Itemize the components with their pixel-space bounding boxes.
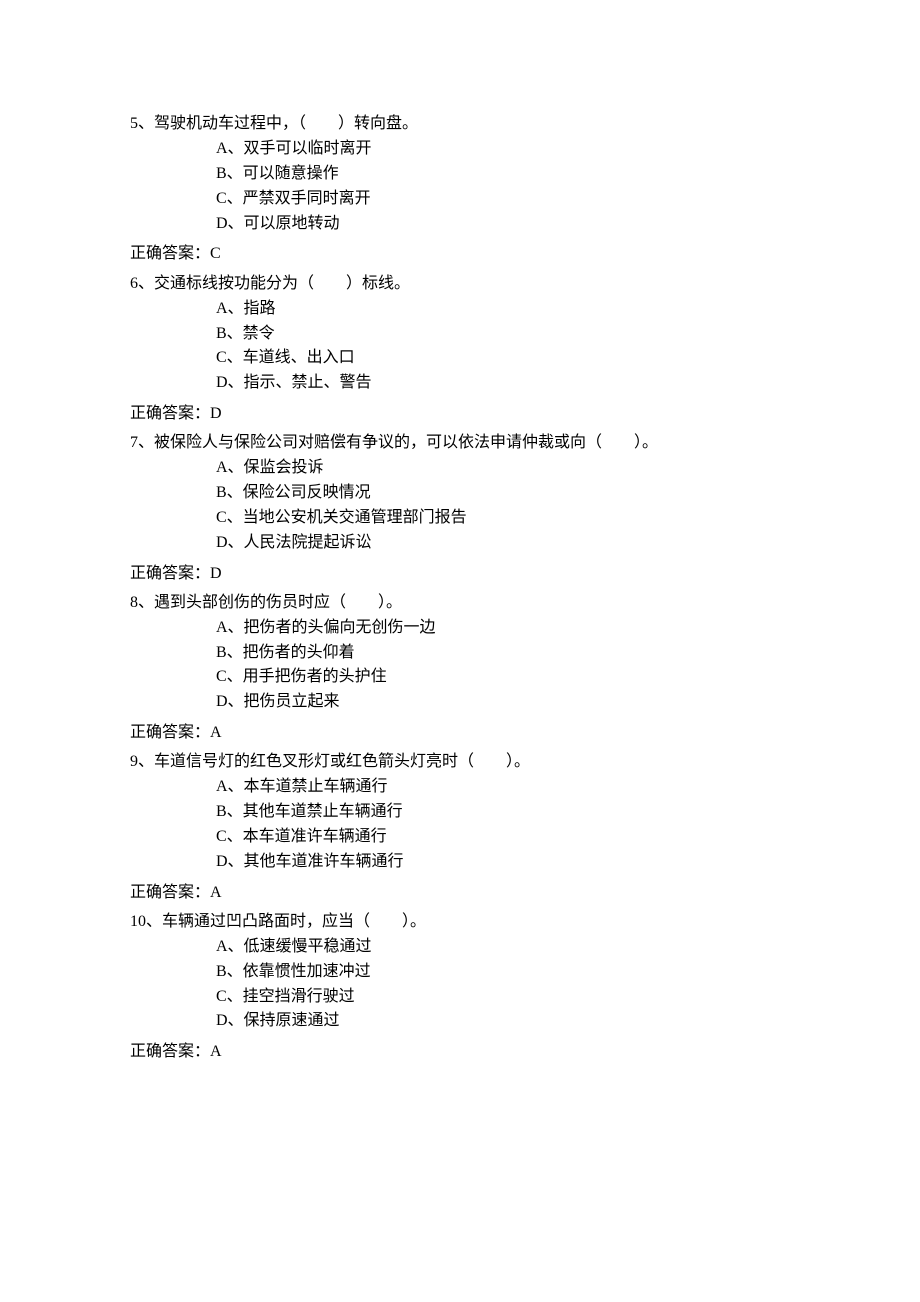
option-list: A、指路 B、禁令 C、车道线、出入口 D、指示、禁止、警告	[130, 297, 790, 396]
option-b: B、保险公司反映情况	[216, 481, 790, 506]
question-stem: 7、被保险人与保险公司对赔偿有争议的，可以依法申请仲裁或向（ ）。	[130, 429, 790, 456]
question-number: 5	[130, 115, 138, 132]
question-6: 6、交通标线按功能分为（ ）标线。 A、指路 B、禁令 C、车道线、出入口 D、…	[130, 270, 790, 396]
page-content: 5、驾驶机动车过程中，（ ）转向盘。 A、双手可以临时离开 B、可以随意操作 C…	[0, 0, 920, 1187]
question-stem: 5、驾驶机动车过程中，（ ）转向盘。	[130, 110, 790, 137]
option-a: A、把伤者的头偏向无创伤一边	[216, 616, 790, 641]
option-list: A、低速缓慢平稳通过 B、依靠惯性加速冲过 C、挂空挡滑行驶过 D、保持原速通过	[130, 935, 790, 1034]
question-text: 、车辆通过凹凸路面时，应当（ ）。	[146, 913, 426, 930]
option-a: A、低速缓慢平稳通过	[216, 935, 790, 960]
answer-line: 正确答案：D	[130, 400, 790, 427]
question-number: 6	[130, 275, 138, 292]
option-d: D、把伤员立起来	[216, 690, 790, 715]
option-b: B、依靠惯性加速冲过	[216, 960, 790, 985]
question-stem: 8、遇到头部创伤的伤员时应（ ）。	[130, 589, 790, 616]
option-c: C、车道线、出入口	[216, 346, 790, 371]
option-d: D、可以原地转动	[216, 212, 790, 237]
option-c: C、用手把伤者的头护住	[216, 665, 790, 690]
option-b: B、其他车道禁止车辆通行	[216, 800, 790, 825]
option-list: A、把伤者的头偏向无创伤一边 B、把伤者的头仰着 C、用手把伤者的头护住 D、把…	[130, 616, 790, 715]
question-text: 、车道信号灯的红色叉形灯或红色箭头灯亮时（ ）。	[138, 753, 530, 770]
answer-line: 正确答案：A	[130, 719, 790, 746]
answer-label: 正确答案：	[130, 405, 210, 422]
answer-label: 正确答案：	[130, 565, 210, 582]
option-b: B、把伤者的头仰着	[216, 641, 790, 666]
option-list: A、双手可以临时离开 B、可以随意操作 C、严禁双手同时离开 D、可以原地转动	[130, 137, 790, 236]
question-number: 8	[130, 594, 138, 611]
question-text: 、被保险人与保险公司对赔偿有争议的，可以依法申请仲裁或向（ ）。	[138, 434, 658, 451]
answer-value: D	[210, 565, 222, 582]
question-stem: 10、车辆通过凹凸路面时，应当（ ）。	[130, 908, 790, 935]
answer-label: 正确答案：	[130, 1043, 210, 1060]
question-5: 5、驾驶机动车过程中，（ ）转向盘。 A、双手可以临时离开 B、可以随意操作 C…	[130, 110, 790, 236]
answer-value: C	[210, 245, 221, 262]
answer-line: 正确答案：C	[130, 240, 790, 267]
question-stem: 6、交通标线按功能分为（ ）标线。	[130, 270, 790, 297]
option-d: D、人民法院提起诉讼	[216, 531, 790, 556]
question-9: 9、车道信号灯的红色叉形灯或红色箭头灯亮时（ ）。 A、本车道禁止车辆通行 B、…	[130, 748, 790, 874]
option-a: A、指路	[216, 297, 790, 322]
option-d: D、保持原速通过	[216, 1009, 790, 1034]
option-b: B、可以随意操作	[216, 162, 790, 187]
answer-line: 正确答案：D	[130, 560, 790, 587]
question-7: 7、被保险人与保险公司对赔偿有争议的，可以依法申请仲裁或向（ ）。 A、保监会投…	[130, 429, 790, 555]
answer-label: 正确答案：	[130, 724, 210, 741]
question-text: 、交通标线按功能分为（ ）标线。	[138, 275, 410, 292]
option-d: D、其他车道准许车辆通行	[216, 850, 790, 875]
question-number: 7	[130, 434, 138, 451]
option-c: C、本车道准许车辆通行	[216, 825, 790, 850]
option-c: C、当地公安机关交通管理部门报告	[216, 506, 790, 531]
question-text: 、驾驶机动车过程中，（ ）转向盘。	[138, 115, 418, 132]
option-c: C、挂空挡滑行驶过	[216, 985, 790, 1010]
option-list: A、本车道禁止车辆通行 B、其他车道禁止车辆通行 C、本车道准许车辆通行 D、其…	[130, 775, 790, 874]
answer-value: A	[210, 724, 222, 741]
option-c: C、严禁双手同时离开	[216, 187, 790, 212]
option-d: D、指示、禁止、警告	[216, 371, 790, 396]
answer-line: 正确答案：A	[130, 879, 790, 906]
question-8: 8、遇到头部创伤的伤员时应（ ）。 A、把伤者的头偏向无创伤一边 B、把伤者的头…	[130, 589, 790, 715]
option-a: A、本车道禁止车辆通行	[216, 775, 790, 800]
answer-value: A	[210, 1043, 222, 1060]
question-10: 10、车辆通过凹凸路面时，应当（ ）。 A、低速缓慢平稳通过 B、依靠惯性加速冲…	[130, 908, 790, 1034]
answer-label: 正确答案：	[130, 884, 210, 901]
question-number: 10	[130, 913, 146, 930]
option-b: B、禁令	[216, 322, 790, 347]
question-stem: 9、车道信号灯的红色叉形灯或红色箭头灯亮时（ ）。	[130, 748, 790, 775]
option-a: A、保监会投诉	[216, 456, 790, 481]
answer-line: 正确答案：A	[130, 1038, 790, 1065]
option-list: A、保监会投诉 B、保险公司反映情况 C、当地公安机关交通管理部门报告 D、人民…	[130, 456, 790, 555]
question-text: 、遇到头部创伤的伤员时应（ ）。	[138, 594, 402, 611]
answer-value: D	[210, 405, 222, 422]
question-number: 9	[130, 753, 138, 770]
answer-label: 正确答案：	[130, 245, 210, 262]
answer-value: A	[210, 884, 222, 901]
option-a: A、双手可以临时离开	[216, 137, 790, 162]
